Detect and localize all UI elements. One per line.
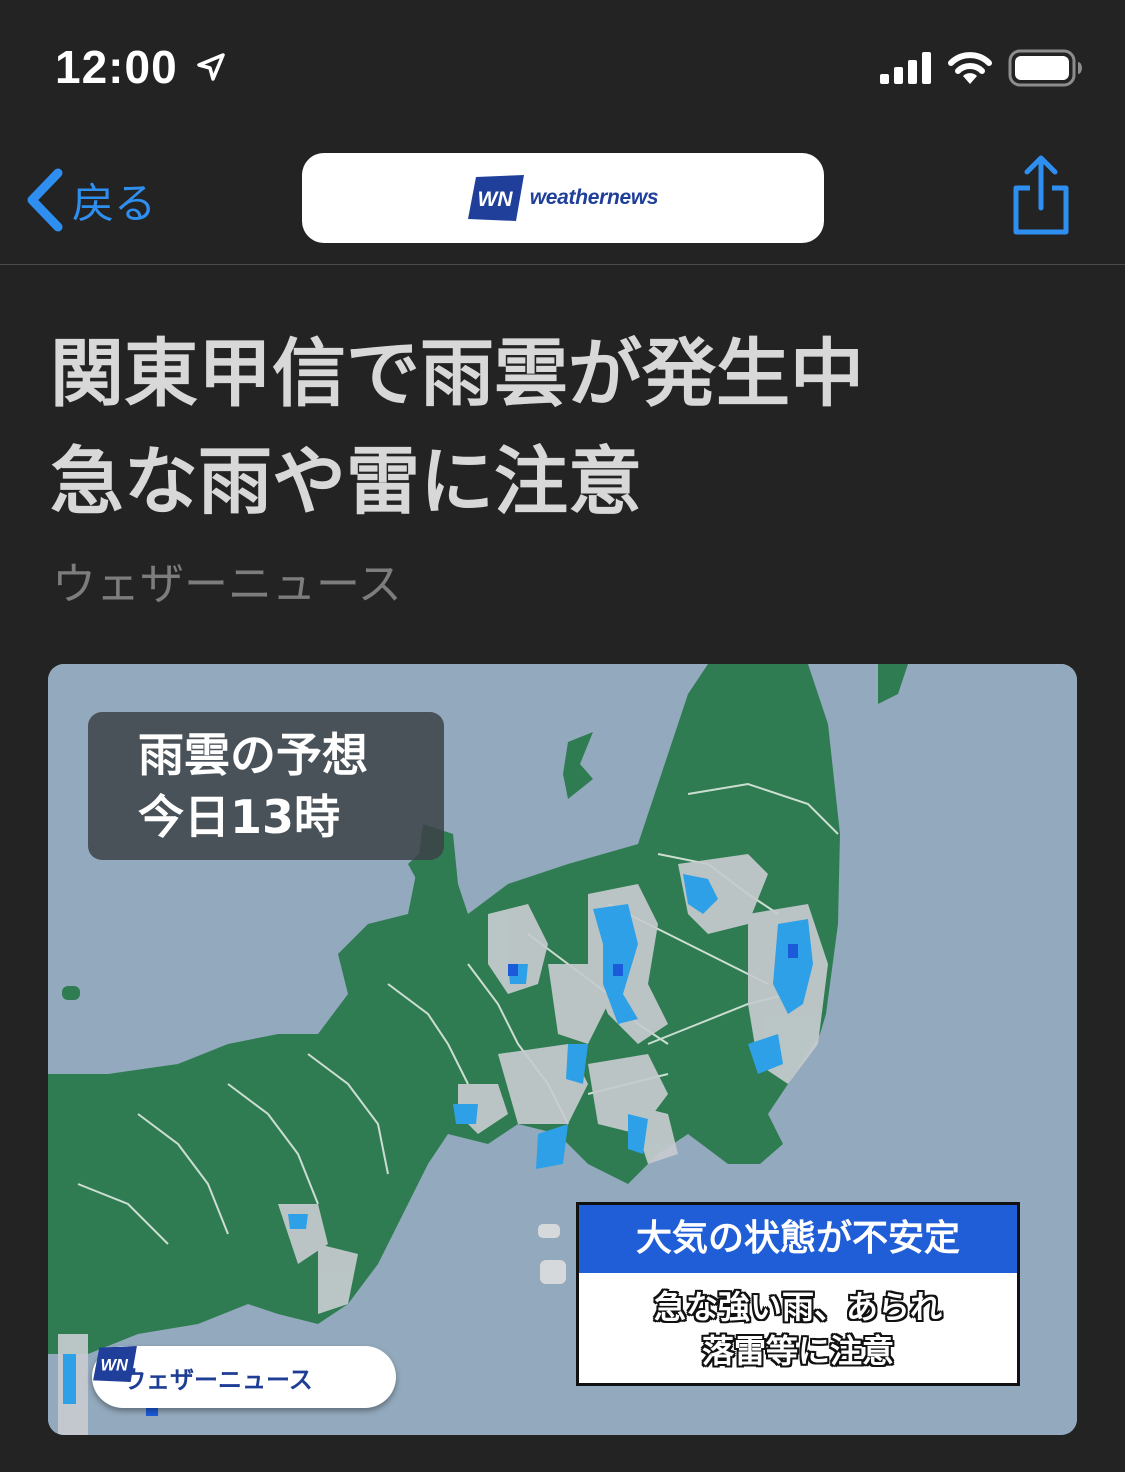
wn-logo-icon: WN — [93, 1346, 137, 1382]
wifi-icon — [948, 52, 992, 84]
weathernews-badge: WN ウェザーニュース — [92, 1346, 396, 1408]
publisher-logo[interactable]: WN weathernews — [302, 153, 824, 243]
status-time: 12:00 — [55, 41, 178, 93]
share-icon[interactable] — [1006, 154, 1076, 238]
forecast-time-label: 雨雲の予想 今日13時 — [88, 712, 444, 860]
svg-text:WN: WN — [477, 188, 513, 211]
logo-text: weathernews — [529, 186, 659, 209]
battery-icon — [1008, 49, 1082, 87]
alert-body: 急な強い雨、あられ 落雷等に注意 — [579, 1273, 1017, 1373]
cellular-signal-icon — [880, 52, 931, 84]
chevron-left-icon — [22, 160, 72, 240]
weather-map-image[interactable]: 雨雲の予想 今日13時 大気の状態が不安定 急な強い雨、あられ 落雷等に注意 W… — [48, 664, 1077, 1435]
alert-line-1: 急な強い雨、あられ — [653, 1288, 942, 1326]
article-headline: 関東甲信で雨雲が発生中 急な雨や雷に注意 — [50, 320, 1090, 536]
svg-text:WN: WN — [101, 1356, 129, 1374]
headline-line-2: 急な雨や雷に注意 — [50, 439, 642, 525]
back-label: 戻る — [72, 178, 157, 228]
navigation-bar: 戻る WN weathernews — [0, 130, 1125, 265]
alert-title: 大気の状態が不安定 — [579, 1205, 1017, 1273]
back-button[interactable]: 戻る — [22, 160, 156, 240]
forecast-title: 雨雲の予想 — [138, 728, 368, 782]
alert-line-2: 落雷等に注意 — [701, 1332, 894, 1370]
location-arrow-icon — [197, 53, 225, 81]
forecast-time: 今日13時 — [138, 790, 341, 844]
article-source: ウェザーニュース — [52, 559, 402, 610]
wn-logo-icon: WN — [467, 175, 524, 221]
headline-line-1: 関東甲信で雨雲が発生中 — [50, 331, 864, 417]
badge-text: ウェザーニュース — [122, 1365, 313, 1394]
status-bar: 12:00 — [0, 0, 1125, 130]
instability-alert-box: 大気の状態が不安定 急な強い雨、あられ 落雷等に注意 — [576, 1202, 1020, 1386]
